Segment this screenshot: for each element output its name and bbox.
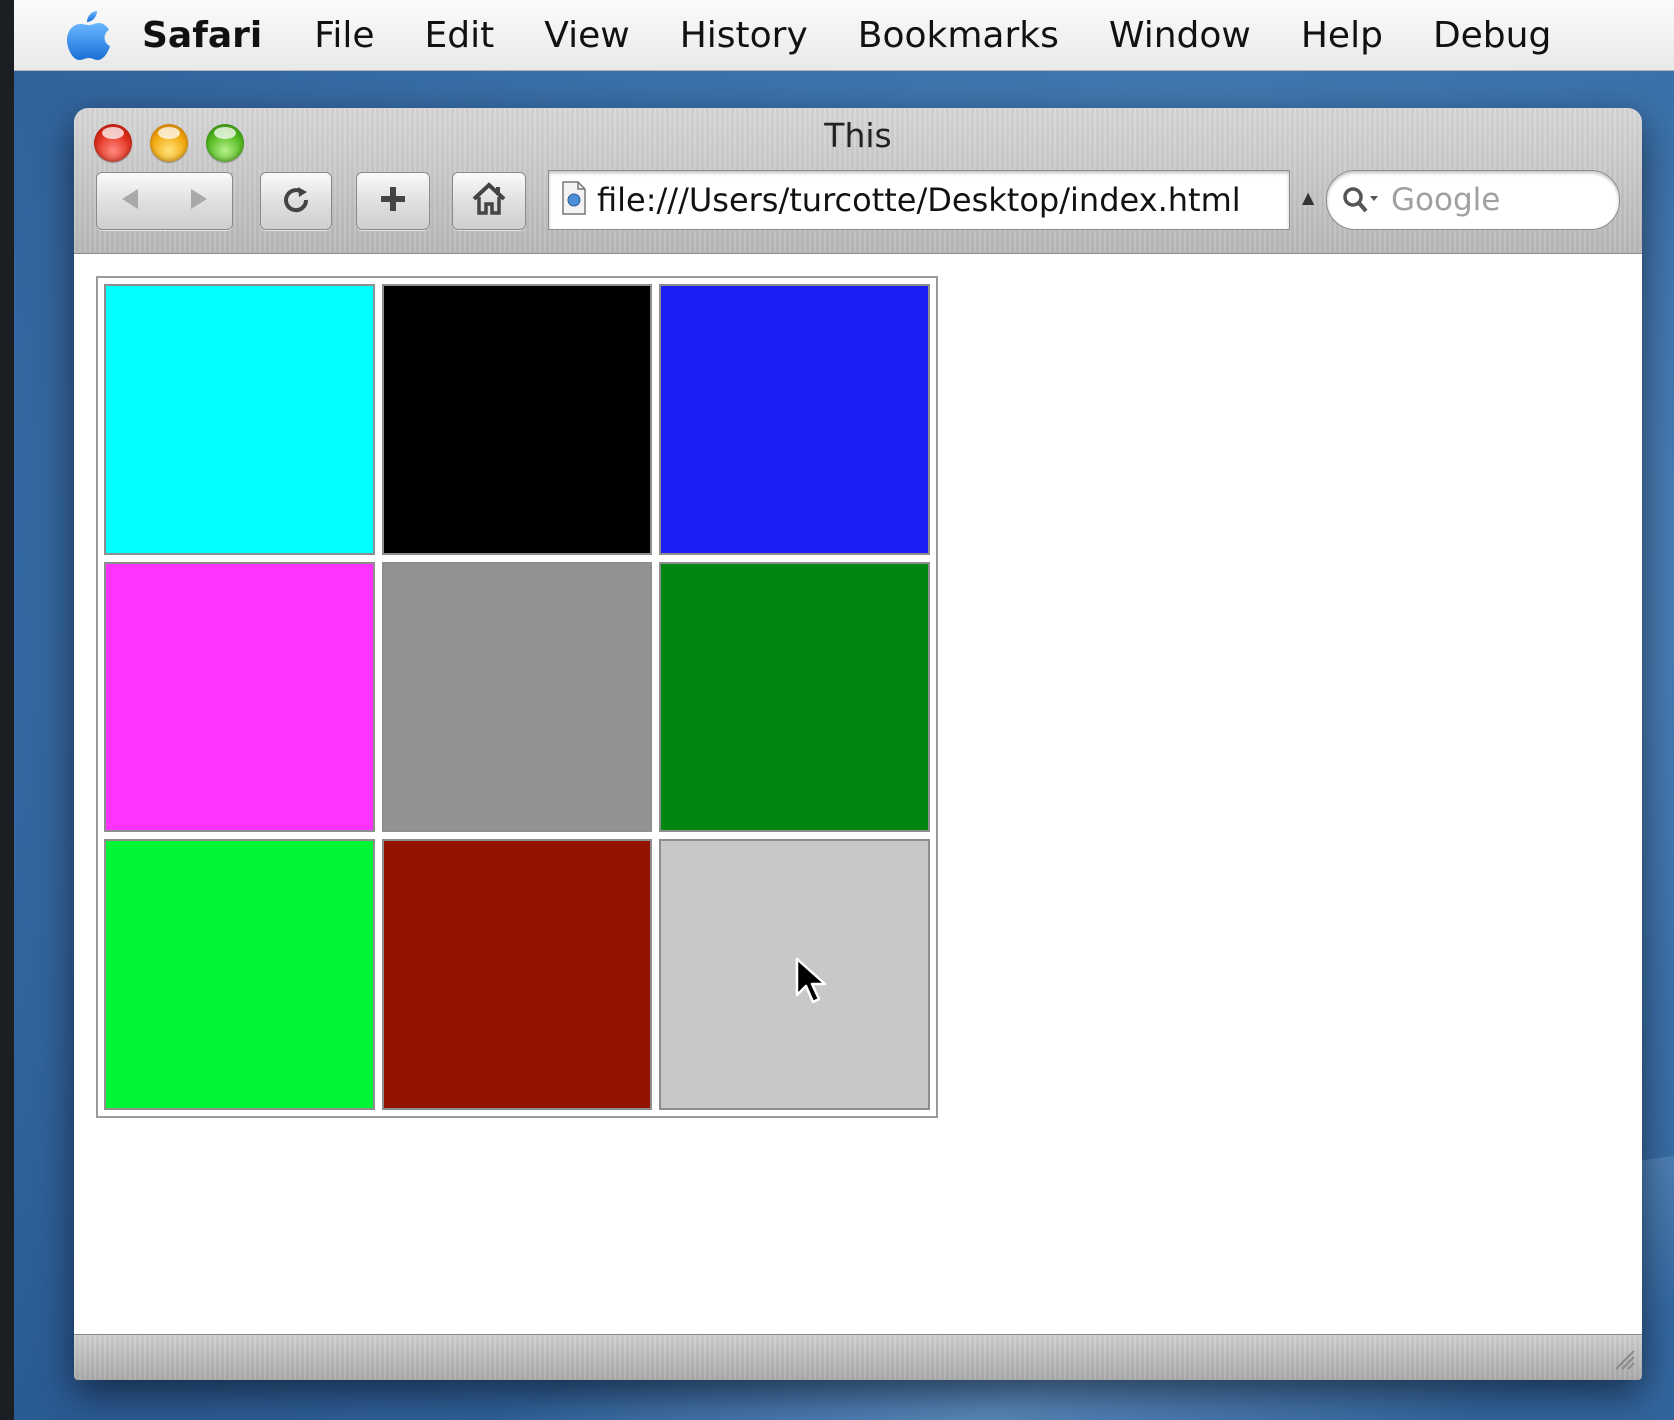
menu-file[interactable]: File bbox=[314, 15, 374, 56]
menu-debug[interactable]: Debug bbox=[1433, 15, 1551, 56]
window-toolbar[interactable]: This file:///Users/turcotte/Desktop/inde… bbox=[74, 108, 1642, 254]
grid-cell-black[interactable] bbox=[381, 284, 653, 555]
menu-view[interactable]: View bbox=[544, 15, 629, 56]
window-title: This bbox=[824, 116, 892, 155]
menu-safari[interactable]: Safari bbox=[142, 15, 262, 56]
grid-cell-green[interactable] bbox=[659, 561, 930, 833]
grid-cell-lime[interactable] bbox=[104, 839, 375, 1110]
home-button[interactable] bbox=[452, 172, 526, 230]
grid-cell-silver[interactable] bbox=[659, 839, 930, 1110]
grid-cell-blue[interactable] bbox=[659, 284, 930, 555]
mouse-pointer-icon bbox=[795, 957, 829, 1009]
safari-window: This file:///Users/turcotte/Desktop/inde… bbox=[74, 108, 1642, 1380]
menu-history[interactable]: History bbox=[680, 15, 808, 56]
address-bar[interactable] bbox=[548, 170, 1290, 230]
home-icon bbox=[471, 182, 507, 220]
forward-button[interactable] bbox=[164, 172, 233, 230]
menu-help[interactable]: Help bbox=[1301, 15, 1383, 56]
grid-cell-magenta[interactable] bbox=[104, 561, 375, 833]
magnifier-icon[interactable] bbox=[1341, 185, 1381, 215]
menu-window[interactable]: Window bbox=[1109, 15, 1251, 56]
menu-edit[interactable]: Edit bbox=[425, 15, 495, 56]
add-bookmark-button[interactable] bbox=[356, 172, 430, 230]
search-box[interactable] bbox=[1326, 170, 1620, 230]
color-grid-table bbox=[96, 276, 938, 1118]
back-arrow-icon bbox=[118, 186, 144, 216]
search-input[interactable] bbox=[1391, 182, 1591, 218]
grid-cell-gray[interactable] bbox=[381, 561, 653, 833]
apple-logo-icon[interactable] bbox=[66, 9, 112, 61]
menu-bookmarks[interactable]: Bookmarks bbox=[858, 15, 1059, 56]
resize-grip-icon[interactable] bbox=[1612, 1347, 1636, 1375]
forward-arrow-icon bbox=[185, 186, 211, 216]
grid-cell-maroon[interactable] bbox=[381, 839, 653, 1110]
menu-bar: Safari File Edit View History Bookmarks … bbox=[14, 0, 1674, 71]
document-icon bbox=[561, 181, 587, 219]
url-field[interactable] bbox=[597, 181, 1257, 219]
reload-button[interactable] bbox=[260, 172, 332, 230]
reload-icon bbox=[281, 184, 311, 218]
page-content bbox=[74, 254, 1642, 1334]
grid-cell-cyan[interactable] bbox=[104, 284, 375, 555]
back-button[interactable] bbox=[96, 172, 166, 230]
status-bar bbox=[74, 1334, 1642, 1380]
address-dropdown-icon[interactable]: ▲ bbox=[1302, 188, 1314, 207]
add-bookmark-icon bbox=[378, 184, 408, 218]
